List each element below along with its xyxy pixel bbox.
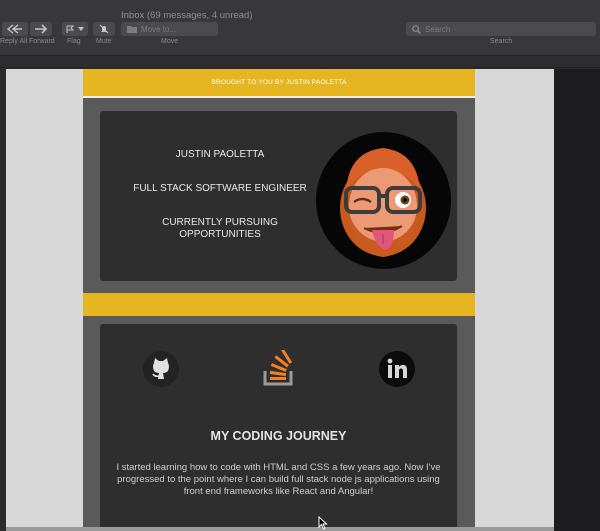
mail-toolbar: Inbox (69 messages, 4 unread) Reply All … xyxy=(0,0,600,56)
chevron-down-icon xyxy=(78,27,84,31)
search-input[interactable]: Search xyxy=(406,22,596,36)
stackoverflow-icon xyxy=(263,348,293,386)
journey-card: MY CODING JOURNEY I started learning how… xyxy=(100,324,457,531)
mute-button[interactable] xyxy=(93,22,115,36)
mute-label: Mute xyxy=(96,38,112,45)
github-link[interactable] xyxy=(142,350,180,388)
reply-all-button[interactable] xyxy=(2,22,28,36)
right-sidebar xyxy=(554,69,600,531)
intro-status: CURRENTLY PURSUING OPPORTUNITIES xyxy=(162,217,278,240)
stackoverflow-link[interactable] xyxy=(260,348,298,388)
avatar xyxy=(316,132,451,269)
flag-icon xyxy=(66,25,74,33)
window-title: Inbox (69 messages, 4 unread) xyxy=(121,10,253,21)
move-to-placeholder: Move to... xyxy=(141,24,177,34)
search-placeholder: Search xyxy=(425,24,451,34)
horizontal-scrollbar[interactable] xyxy=(6,527,554,531)
github-icon xyxy=(143,351,179,387)
move-label: Move xyxy=(161,38,179,45)
folder-icon xyxy=(127,26,137,33)
mail-window: Inbox (69 messages, 4 unread) Reply All … xyxy=(0,0,600,531)
forward-arrow-icon xyxy=(35,24,48,34)
intro-card: JUSTIN PAOLETTA FULL STACK SOFTWARE ENGI… xyxy=(100,111,457,281)
email-body: BROUGHT TO YOU BY JUSTIN PAOLETTA JUSTIN… xyxy=(83,69,475,531)
intro-role: FULL STACK SOFTWARE ENGINEER xyxy=(133,183,307,194)
linkedin-link[interactable] xyxy=(378,350,416,388)
linkedin-icon xyxy=(379,351,415,387)
flag-label: Flag xyxy=(67,38,81,45)
forward-button[interactable] xyxy=(30,22,52,36)
journey-title: MY CODING JOURNEY xyxy=(210,429,347,443)
memoji-avatar-image xyxy=(340,148,426,257)
intro-name: JUSTIN PAOLETTA xyxy=(175,149,265,160)
search-label: Search xyxy=(490,38,513,45)
mute-bell-icon xyxy=(99,24,109,34)
reply-all-icon xyxy=(7,24,22,34)
reply-all-label: Reply All xyxy=(0,38,28,45)
forward-label: Forward xyxy=(29,38,55,45)
accent-band xyxy=(83,293,475,316)
journey-paragraph: I started learning how to code with HTML… xyxy=(116,462,441,497)
move-to-dropdown[interactable]: Move to... xyxy=(121,22,218,36)
mouse-cursor-icon xyxy=(318,516,328,530)
flag-button[interactable] xyxy=(62,22,88,36)
banner-divider xyxy=(83,96,475,98)
search-icon xyxy=(412,24,421,34)
top-banner: BROUGHT TO YOU BY JUSTIN PAOLETTA xyxy=(83,69,475,96)
message-list-header xyxy=(0,56,600,68)
